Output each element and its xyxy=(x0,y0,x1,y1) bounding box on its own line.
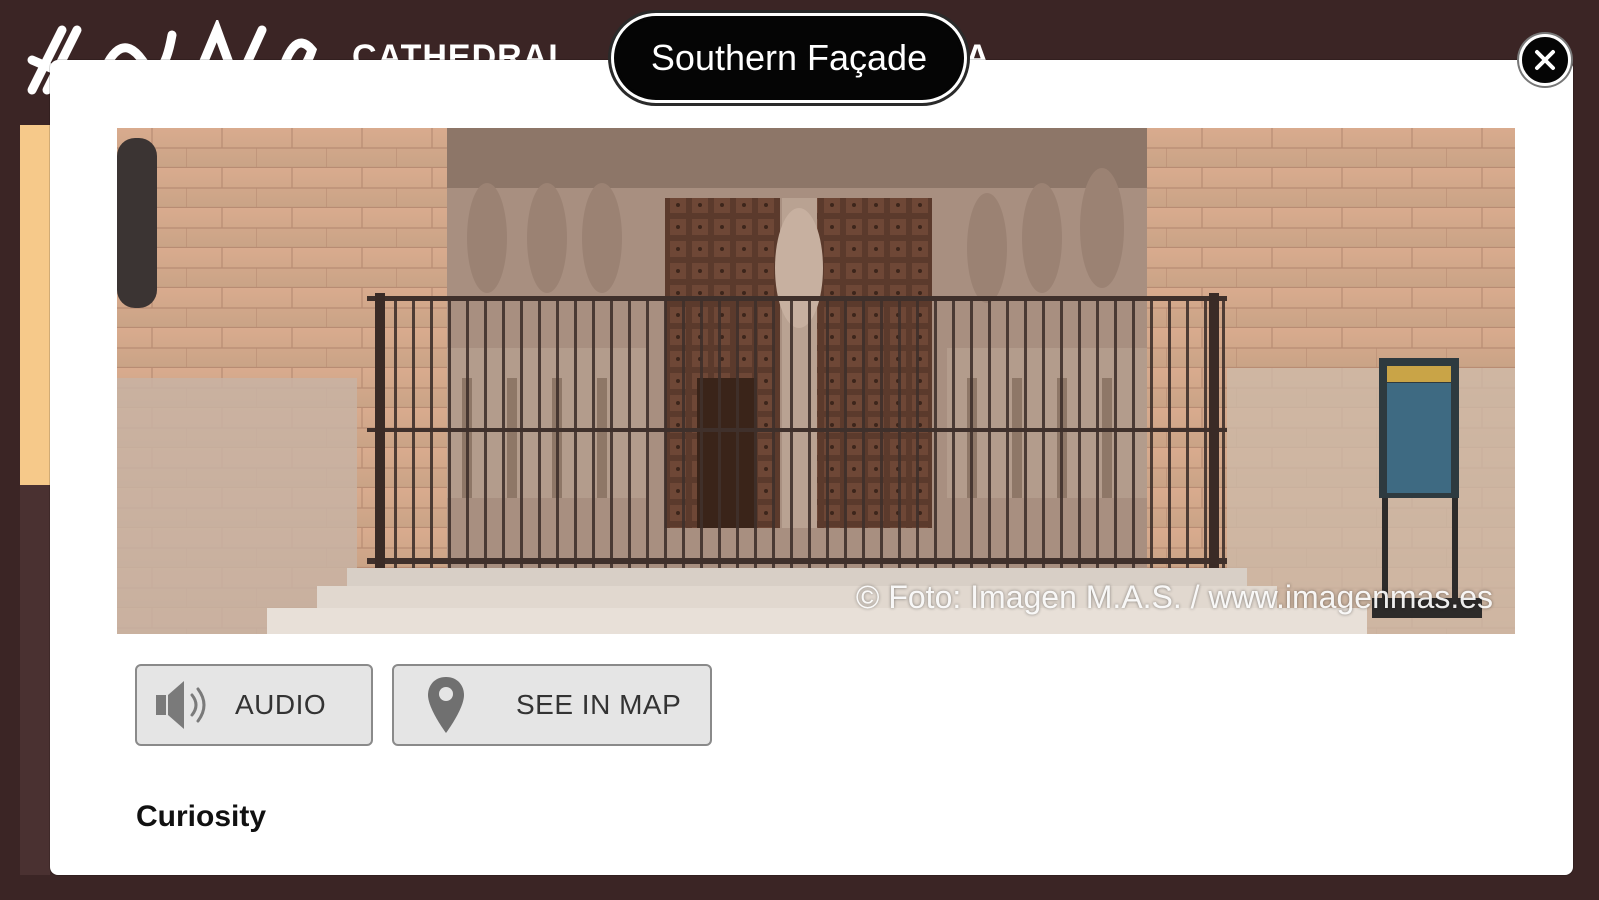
modal-title: Southern Façade xyxy=(614,16,964,100)
see-in-map-button-label: SEE IN MAP xyxy=(516,689,682,720)
map-pin-icon xyxy=(416,675,476,735)
close-icon xyxy=(1535,50,1555,70)
see-in-map-button[interactable]: SEE IN MAP xyxy=(392,664,712,746)
close-button[interactable] xyxy=(1519,34,1571,86)
audio-button[interactable]: AUDIO xyxy=(135,664,373,746)
background-panel xyxy=(20,485,50,875)
speaker-icon xyxy=(149,677,219,733)
facade-image xyxy=(117,128,1515,634)
background-panel-accent xyxy=(20,125,50,485)
facade-photo: © Foto: Imagen M.A.S. / www.imagenmas.es xyxy=(117,128,1515,634)
photo-credit: © Foto: Imagen M.A.S. / www.imagenmas.es xyxy=(855,579,1493,615)
section-heading-curiosity: Curiosity xyxy=(136,800,267,833)
audio-button-label: AUDIO xyxy=(235,689,327,720)
